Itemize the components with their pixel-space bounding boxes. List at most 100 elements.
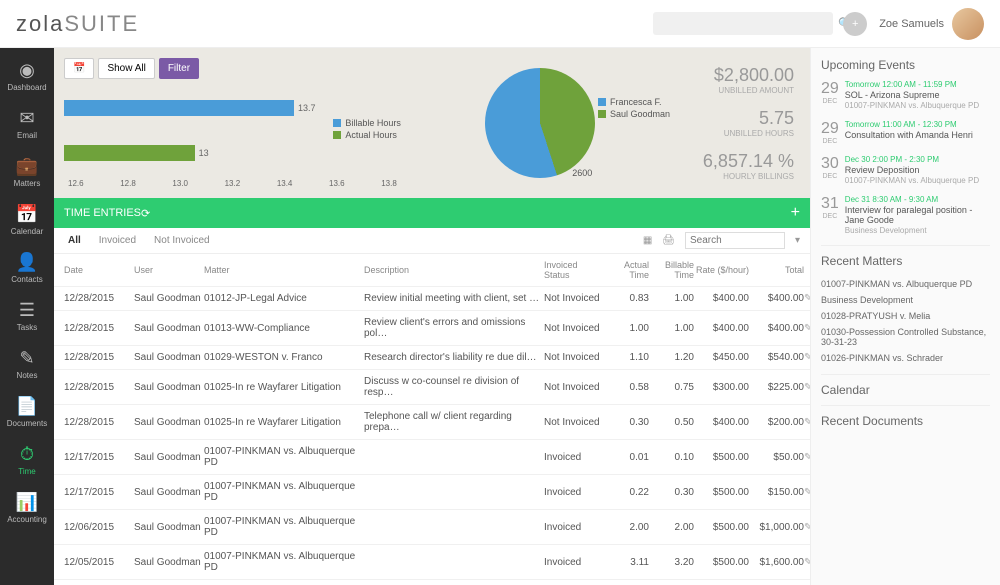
app-root: zolaSUITE 🔍 + Zoe Samuels ◉Dashboard✉Ema… [0, 0, 1000, 585]
table-row[interactable]: 12/28/2015Saul Goodman01025-In re Wayfar… [54, 370, 810, 405]
table-row[interactable]: 12/28/2015Saul Goodman01025-In re Wayfar… [54, 405, 810, 440]
col-header[interactable]: Billable Time [649, 260, 694, 280]
brand-name-1: zola [16, 11, 64, 36]
print-icon[interactable]: 🖨 [662, 235, 675, 246]
sidebar-item-matters[interactable]: 💼Matters [0, 148, 54, 196]
col-header[interactable]: User [134, 265, 204, 275]
cell-rate: $500.00 [694, 522, 749, 533]
recent-matter-item[interactable]: 01007-PINKMAN vs. Albuquerque PD [821, 276, 990, 292]
col-header[interactable]: Actual Time [604, 260, 649, 280]
stat-label: UNBILLED AMOUNT [680, 86, 794, 95]
contacts-icon: 👤 [16, 252, 38, 273]
stats-panel: $2,800.00UNBILLED AMOUNT 5.75UNBILLED HOU… [680, 58, 800, 188]
brand-name-2: SUITE [64, 11, 139, 36]
sidebar-item-accounting[interactable]: 📊Accounting [0, 484, 54, 532]
col-header[interactable]: Total [749, 265, 804, 275]
table-row[interactable]: 12/06/2015Saul Goodman01007-PINKMAN vs. … [54, 510, 810, 545]
cell-rate: $500.00 [694, 557, 749, 568]
cell-matter: 01025-In re Wayfarer Litigation [204, 382, 364, 393]
x-tick: 13.2 [225, 179, 241, 188]
stat-block: 5.75UNBILLED HOURS [680, 108, 794, 138]
sidebar-item-contacts[interactable]: 👤 Contacts [0, 244, 54, 292]
refresh-icon[interactable]: ⟳ [141, 207, 150, 220]
event-time: Tomorrow 12:00 AM - 11:59 PM [845, 80, 990, 89]
cell-actual: 0.58 [604, 382, 649, 393]
col-header[interactable]: Invoiced Status [544, 260, 604, 280]
event-item[interactable]: 31DECDec 31 8:30 AM - 9:30 AMInterview f… [821, 195, 990, 235]
cell-status: Not Invoiced [544, 323, 604, 334]
entries-title: TIME ENTRIES [64, 207, 141, 219]
table-row[interactable]: 12/17/2015Saul Goodman01007-PINKMAN vs. … [54, 475, 810, 510]
sidebar-item-tasks[interactable]: ☰Tasks [0, 292, 54, 340]
table-header: DateUserMatterDescriptionInvoiced Status… [54, 254, 810, 287]
sidebar-label: Dashboard [7, 83, 46, 92]
event-item[interactable]: 29DECTomorrow 12:00 AM - 11:59 PMSOL - A… [821, 80, 990, 110]
table-row[interactable]: 12/28/2015Saul Goodman01012-JP-Legal Adv… [54, 287, 810, 311]
tab-invoiced[interactable]: Invoiced [95, 233, 140, 248]
cell-rate: $500.00 [694, 452, 749, 463]
sidebar-item-dashboard[interactable]: ◉Dashboard [0, 52, 54, 100]
sidebar-label: Notes [17, 371, 38, 380]
add-button[interactable]: + [843, 12, 867, 36]
chevron-down-icon[interactable]: ▾ [795, 235, 800, 246]
cell-date: 12/06/2015 [64, 522, 134, 533]
global-search[interactable]: 🔍 [653, 12, 833, 35]
cell-actual: 2.00 [604, 522, 649, 533]
stat-block: $2,800.00UNBILLED AMOUNT [680, 65, 794, 95]
table-row[interactable]: 12/28/2015Saul Goodman01029-WESTON v. Fr… [54, 346, 810, 370]
filter-button[interactable]: Filter [159, 58, 199, 79]
cell-total: $200.00 [749, 417, 804, 428]
col-header[interactable]: Description [364, 265, 544, 275]
sidebar-item-notes[interactable]: ✎Notes [0, 340, 54, 388]
table-row[interactable]: 12/05/2015Saul Goodman01007-PINKMAN vs. … [54, 545, 810, 580]
event-meta: 01007-PINKMAN vs. Albuquerque PD [845, 101, 990, 110]
sidebar-label: Time [18, 467, 35, 476]
col-header[interactable]: Rate ($/hour) [694, 265, 749, 275]
calendar-section-title[interactable]: Calendar [821, 383, 990, 397]
event-item[interactable]: 29DECTomorrow 11:00 AM - 12:30 PMConsult… [821, 120, 990, 145]
sidebar-item-documents[interactable]: 📄Documents [0, 388, 54, 436]
recent-matter-item[interactable]: Business Development [821, 292, 990, 308]
search-input[interactable] [661, 16, 838, 31]
recent-matter-item[interactable]: 01028-PRATYUSH v. Melia [821, 308, 990, 324]
cell-user: Saul Goodman [134, 452, 204, 463]
calendar-toggle[interactable]: 📅 [64, 58, 94, 79]
event-title: Interview for paralegal position - Jane … [845, 205, 990, 225]
sidebar-item-email[interactable]: ✉Email [0, 100, 54, 148]
x-tick: 12.8 [120, 179, 136, 188]
event-date: 29DEC [821, 120, 839, 145]
stat-value: $2,800.00 [680, 65, 794, 86]
cell-status: Not Invoiced [544, 352, 604, 363]
table-row[interactable]: 11/29/2015Francesca F.01007-PINKMAN vs. … [54, 580, 810, 585]
entries-search-input[interactable] [685, 232, 785, 249]
brand-logo: zolaSUITE [16, 11, 139, 37]
table-row[interactable]: 12/17/2015Saul Goodman01007-PINKMAN vs. … [54, 440, 810, 475]
event-time: Dec 31 8:30 AM - 9:30 AM [845, 195, 990, 204]
stat-label: HOURLY BILLINGS [680, 172, 794, 181]
recent-matter-item[interactable]: 01026-PINKMAN vs. Schrader [821, 350, 990, 366]
legend-billable: Billable Hours [345, 118, 401, 128]
show-all-button[interactable]: Show All [98, 58, 154, 79]
stat-block: 6,857.14 %HOURLY BILLINGS [680, 151, 794, 181]
grid-icon[interactable]: ▦ [643, 235, 652, 246]
recent-documents-title[interactable]: Recent Documents [821, 414, 990, 428]
cell-matter: 01007-PINKMAN vs. Albuquerque PD [204, 446, 364, 468]
table-row[interactable]: 12/28/2015Saul Goodman01013-WW-Complianc… [54, 311, 810, 346]
avatar[interactable] [952, 8, 984, 40]
cell-rate: $400.00 [694, 417, 749, 428]
sidebar-item-time[interactable]: ⏱Time [0, 436, 54, 484]
tab-not-invoiced[interactable]: Not Invoiced [150, 233, 214, 248]
sidebar-label: Contacts [11, 275, 43, 284]
col-header[interactable]: Matter [204, 265, 364, 275]
user-name[interactable]: Zoe Samuels [879, 18, 944, 30]
cell-matter: 01007-PINKMAN vs. Albuquerque PD [204, 551, 364, 573]
x-tick: 12.6 [68, 179, 84, 188]
cell-date: 12/28/2015 [64, 417, 134, 428]
sidebar-item-calendar[interactable]: 📅Calendar [0, 196, 54, 244]
add-entry-button[interactable]: + [791, 204, 800, 222]
tab-all[interactable]: All [64, 233, 85, 248]
cell-user: Saul Goodman [134, 487, 204, 498]
recent-matter-item[interactable]: 01030-Possession Controlled Substance, 3… [821, 324, 990, 350]
event-item[interactable]: 30DECDec 30 2:00 PM - 2:30 PMReview Depo… [821, 155, 990, 185]
col-header[interactable]: Date [64, 265, 134, 275]
